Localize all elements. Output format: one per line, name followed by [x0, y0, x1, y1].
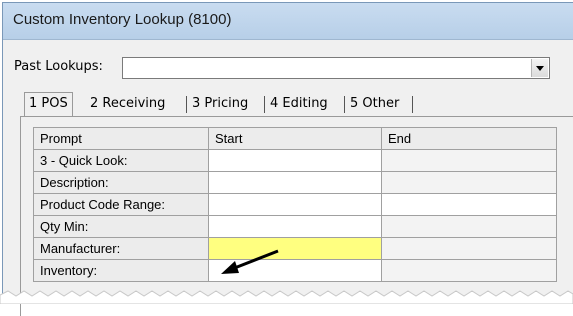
column-header-prompt: Prompt	[33, 127, 209, 150]
start-cell[interactable]	[208, 149, 382, 172]
column-header-end: End	[381, 127, 557, 150]
window-title: Custom Inventory Lookup (8100)	[13, 11, 232, 28]
grid-row: Manufacturer:	[33, 237, 557, 260]
grid-row: Description:	[33, 171, 557, 194]
prompt-cell: Product Code Range:	[33, 193, 209, 216]
arrow-icon	[221, 249, 279, 274]
tab-pricing-label: 3 Pricing	[192, 96, 249, 111]
title-bar: Custom Inventory Lookup (8100)	[3, 3, 573, 40]
dropdown-button[interactable]	[531, 59, 548, 77]
past-lookups-label: Past Lookups:	[14, 59, 103, 74]
prompt-cell: 3 - Quick Look:	[33, 149, 209, 172]
end-cell[interactable]	[381, 259, 557, 282]
tab-receiving-label: 2 Receiving	[90, 96, 166, 111]
prompt-cell: Qty Min:	[33, 215, 209, 238]
tab-pricing[interactable]: 3 Pricing	[192, 94, 248, 114]
grid-row: Qty Min:	[33, 215, 557, 238]
tab-editing[interactable]: 4 Editing	[270, 94, 328, 114]
chevron-down-icon	[536, 66, 544, 71]
end-cell[interactable]	[381, 149, 557, 172]
prompt-grid: Prompt Start End 3 - Quick Look: Descrip…	[33, 127, 557, 282]
end-cell[interactable]	[381, 215, 557, 238]
start-cell[interactable]	[208, 215, 382, 238]
end-cell[interactable]	[381, 171, 557, 194]
end-cell[interactable]	[381, 237, 557, 260]
grid-row: Product Code Range:	[33, 193, 557, 216]
tab-pos-label: 1 POS	[29, 96, 68, 111]
start-cell[interactable]	[208, 171, 382, 194]
start-cell[interactable]	[208, 193, 382, 216]
tab-receiving[interactable]: 2 Receiving	[90, 94, 165, 114]
tab-pos[interactable]: 1 POS	[24, 92, 73, 116]
grid-row: Inventory:	[33, 259, 557, 282]
prompt-cell: Description:	[33, 171, 209, 194]
tab-separator	[344, 96, 345, 113]
tab-other-label: 5 Other	[350, 96, 400, 111]
tab-editing-label: 4 Editing	[270, 96, 328, 111]
tab-separator	[264, 96, 265, 113]
grid-header-row: Prompt Start End	[33, 127, 557, 150]
prompt-cell: Manufacturer:	[33, 237, 209, 260]
past-lookups-dropdown[interactable]	[122, 57, 550, 79]
tab-other[interactable]: 5 Other	[350, 94, 399, 114]
tab-separator	[186, 96, 187, 113]
prompt-cell: Inventory:	[33, 259, 209, 282]
tab-separator	[412, 96, 413, 113]
end-cell[interactable]	[381, 193, 557, 216]
grid-row: 3 - Quick Look:	[33, 149, 557, 172]
torn-edge	[0, 290, 573, 304]
column-header-start: Start	[208, 127, 382, 150]
